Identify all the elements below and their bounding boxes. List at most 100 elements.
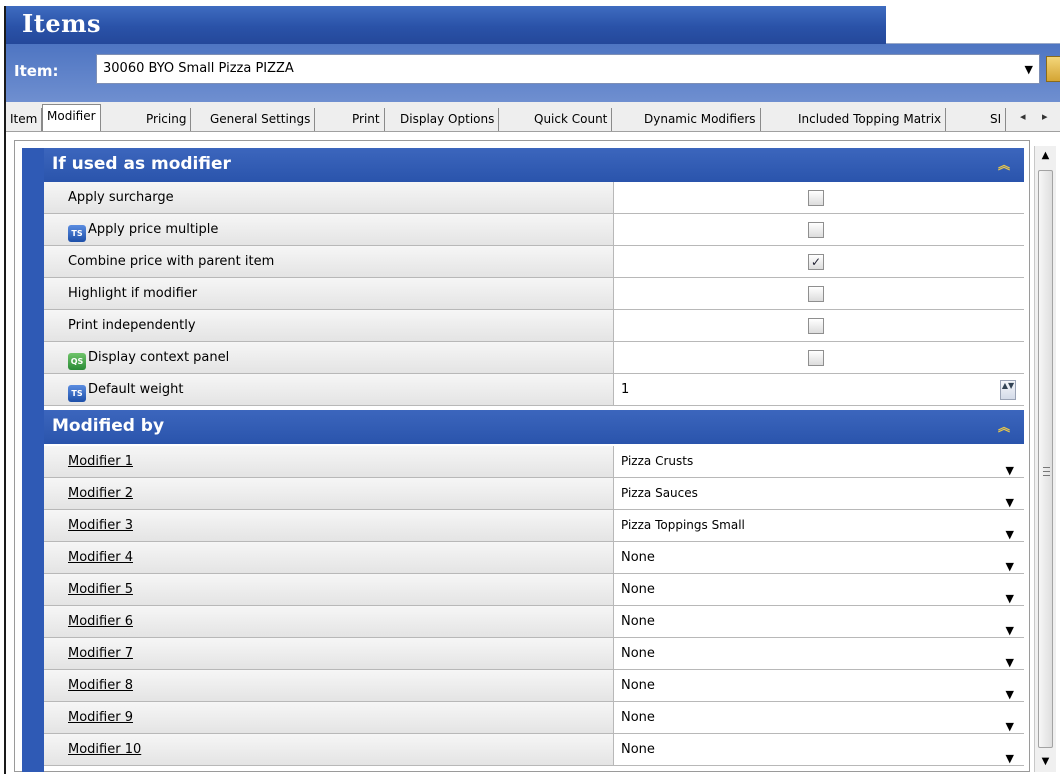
modifier-link[interactable]: Modifier 8 — [44, 670, 614, 701]
ts-icon: TS — [68, 225, 86, 242]
setting-row-display-context-panel: QS Display context panel — [44, 342, 1024, 374]
tab-display-options[interactable]: Display Options — [396, 108, 500, 131]
modifier-dropdown[interactable]: Pizza Toppings Small ▼ — [615, 510, 1024, 541]
modifier-link[interactable]: Modifier 6 — [44, 606, 614, 637]
modifier-row: Modifier 2 Pizza Sauces ▼ — [44, 478, 1024, 510]
spinner-icon[interactable]: ▲▼ — [1000, 380, 1016, 400]
tab-quick-count[interactable]: Quick Count — [530, 108, 613, 131]
modifier-value: Pizza Crusts — [621, 454, 694, 468]
group-title: Modified by — [52, 416, 165, 436]
item-label: Item: — [14, 62, 59, 80]
modifier-link[interactable]: Modifier 9 — [44, 702, 614, 733]
modifier-dropdown[interactable]: None ▼ — [615, 702, 1024, 733]
tab-scroll-left-icon[interactable]: ◂ — [1020, 110, 1026, 123]
ts-icon: TS — [68, 385, 86, 402]
setting-label-text: Highlight if modifier — [68, 286, 198, 301]
modifier-value: None — [621, 646, 655, 661]
modifier-dropdown[interactable]: None ▼ — [615, 670, 1024, 701]
display-context-panel-checkbox[interactable] — [808, 350, 824, 366]
grip-icon — [1043, 467, 1050, 476]
tab-strip: Item Modifier Pricing General Settings P… — [6, 102, 1060, 132]
apply-surcharge-checkbox[interactable] — [808, 190, 824, 206]
setting-value: ✓ — [615, 246, 1024, 277]
tab-print[interactable]: Print — [348, 108, 385, 131]
setting-label: Highlight if modifier — [44, 278, 614, 309]
setting-label-text: Apply surcharge — [68, 190, 174, 205]
modifier-row: Modifier 3 Pizza Toppings Small ▼ — [44, 510, 1024, 542]
collapse-icon[interactable]: ︽ — [998, 156, 1010, 173]
modifier-link[interactable]: Modifier 5 — [44, 574, 614, 605]
apply-price-multiple-checkbox[interactable] — [808, 222, 824, 238]
modifier-row: Modifier 9 None ▼ — [44, 702, 1024, 734]
tab-general-settings[interactable]: General Settings — [206, 108, 316, 131]
qs-icon: QS — [68, 353, 86, 370]
setting-row-apply-price-multiple: TS Apply price multiple — [44, 214, 1024, 246]
setting-value — [615, 310, 1024, 341]
setting-value — [615, 342, 1024, 373]
modifier-link[interactable]: Modifier 4 — [44, 542, 614, 573]
modifier-value: Pizza Toppings Small — [621, 518, 745, 532]
window-title: Items — [22, 9, 101, 38]
modifier-row: Modifier 7 None ▼ — [44, 638, 1024, 670]
setting-label: TS Default weight — [44, 374, 614, 405]
tab-included-topping-matrix[interactable]: Included Topping Matrix — [794, 108, 947, 131]
tab-dynamic-modifiers[interactable]: Dynamic Modifiers — [640, 108, 761, 131]
setting-label-text: Display context panel — [88, 350, 230, 365]
item-selector-row: Item: 30060 BYO Small Pizza PIZZA ▼ — [6, 44, 1060, 102]
setting-value — [615, 214, 1024, 245]
setting-label-text: Default weight — [88, 382, 184, 397]
setting-label-text: Print independently — [68, 318, 196, 333]
modifier-value: Pizza Sauces — [621, 486, 698, 500]
modifier-dropdown[interactable]: None ▼ — [615, 574, 1024, 605]
combine-price-checkbox[interactable]: ✓ — [808, 254, 824, 270]
group-header-if-used-as-modifier[interactable]: If used as modifier ︽ — [44, 148, 1024, 182]
modifier-dropdown[interactable]: None ▼ — [615, 542, 1024, 573]
tab-si[interactable]: SI — [986, 108, 1007, 131]
modifier-dropdown[interactable]: None ▼ — [615, 638, 1024, 669]
tab-modifier[interactable]: Modifier — [42, 104, 101, 131]
scrollbar-thumb[interactable] — [1038, 170, 1053, 748]
scroll-down-icon[interactable]: ▼ — [1035, 752, 1056, 772]
setting-value — [615, 278, 1024, 309]
setting-label: QS Display context panel — [44, 342, 614, 373]
item-dropdown[interactable]: 30060 BYO Small Pizza PIZZA ▼ — [96, 54, 1040, 84]
modifier-link[interactable]: Modifier 7 — [44, 638, 614, 669]
setting-value — [615, 182, 1024, 213]
modifier-link[interactable]: Modifier 1 — [44, 446, 614, 477]
chevron-down-icon[interactable]: ▼ — [1006, 743, 1014, 774]
vertical-scrollbar[interactable]: ▲ ▼ — [1034, 146, 1056, 772]
group-title: If used as modifier — [52, 154, 231, 174]
collapse-icon[interactable]: ︽ — [998, 418, 1010, 435]
modifier-link[interactable]: Modifier 2 — [44, 478, 614, 509]
modifier-value: None — [621, 614, 655, 629]
lookup-icon[interactable] — [1046, 56, 1060, 82]
modifier-dropdown[interactable]: Pizza Sauces ▼ — [615, 478, 1024, 509]
modifier-dropdown[interactable]: Pizza Crusts ▼ — [615, 446, 1024, 477]
default-weight-value: 1 — [621, 382, 630, 397]
modifier-value: None — [621, 678, 655, 693]
print-independently-checkbox[interactable] — [808, 318, 824, 334]
scroll-up-icon[interactable]: ▲ — [1035, 146, 1056, 166]
title-bar-filler — [886, 6, 1060, 44]
modifier-value: None — [621, 710, 655, 725]
setting-label-text: Combine price with parent item — [68, 254, 275, 269]
default-weight-input[interactable]: 1 ▲▼ — [615, 374, 1024, 405]
setting-row-highlight-if-modifier: Highlight if modifier — [44, 278, 1024, 310]
modifier-value: None — [621, 582, 655, 597]
modifier-link[interactable]: Modifier 10 — [44, 734, 614, 765]
tab-pricing[interactable]: Pricing — [142, 108, 192, 131]
setting-label: Combine price with parent item — [44, 246, 614, 277]
modifier-value: None — [621, 742, 655, 757]
setting-label: TS Apply price multiple — [44, 214, 614, 245]
modifier-dropdown[interactable]: None ▼ — [615, 606, 1024, 637]
tab-item[interactable]: Item — [6, 108, 43, 131]
tab-scroll-right-icon[interactable]: ▸ — [1042, 110, 1048, 123]
setting-row-apply-surcharge: Apply surcharge — [44, 182, 1024, 214]
chevron-down-icon[interactable]: ▼ — [1025, 63, 1033, 76]
setting-label: Print independently — [44, 310, 614, 341]
modifier-link[interactable]: Modifier 3 — [44, 510, 614, 541]
modifier-dropdown[interactable]: None ▼ — [615, 734, 1024, 765]
modifier-row: Modifier 10 None ▼ — [44, 734, 1024, 766]
highlight-if-modifier-checkbox[interactable] — [808, 286, 824, 302]
group-header-modified-by[interactable]: Modified by ︽ — [44, 410, 1024, 444]
